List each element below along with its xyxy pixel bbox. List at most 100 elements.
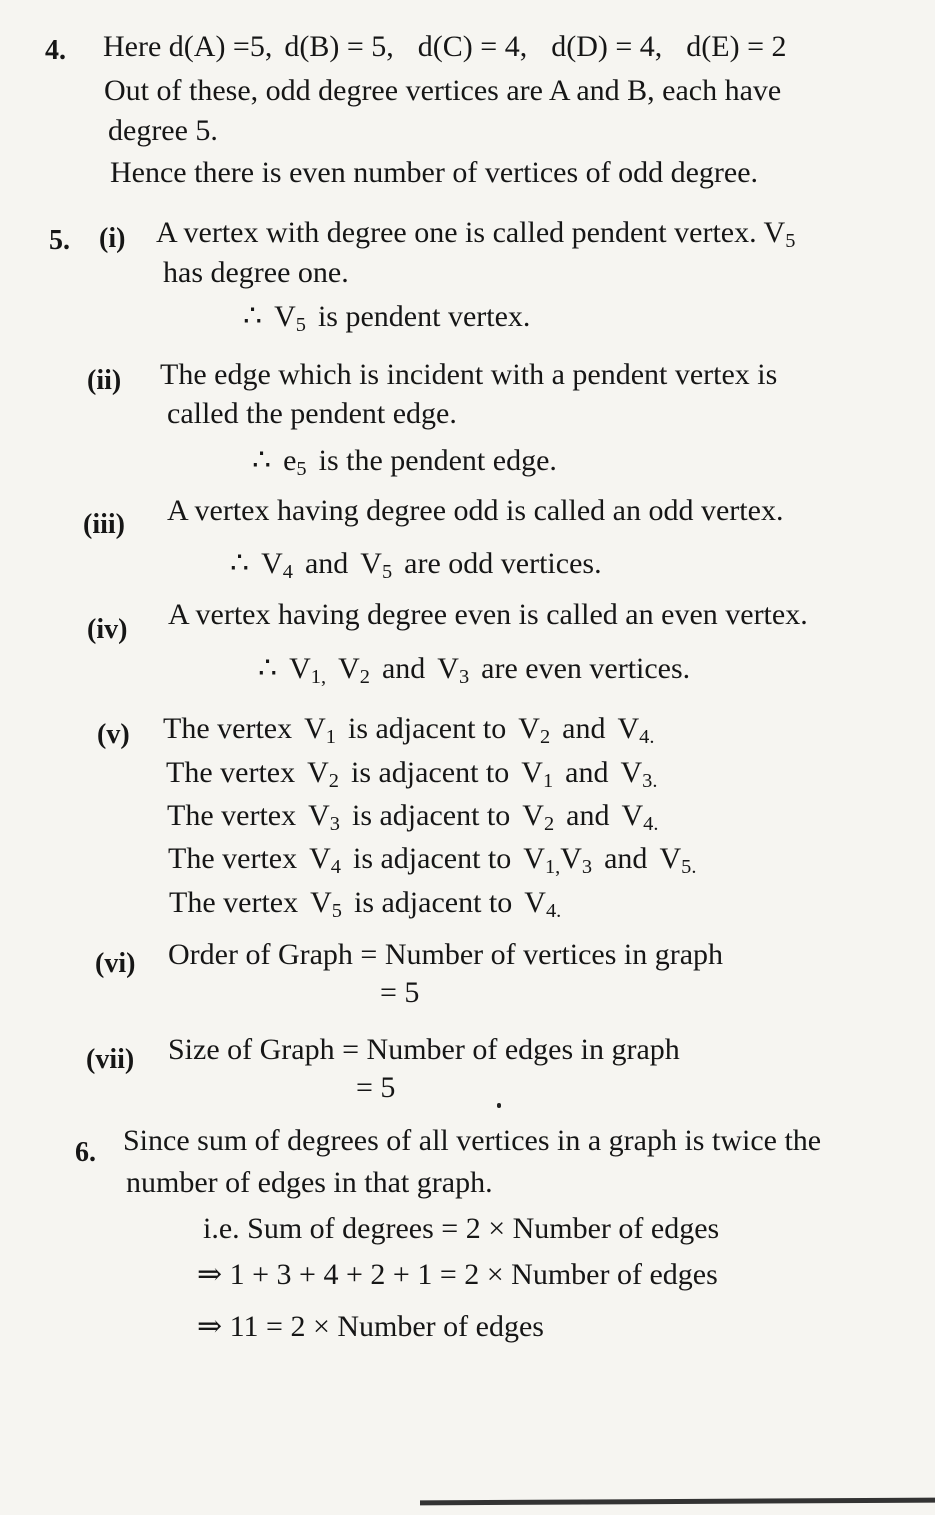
subscript: 4 xyxy=(330,856,341,879)
q4-number: 4. xyxy=(45,35,66,66)
period: . xyxy=(691,856,697,879)
q5-i-line-1: A vertex with degree one is called pende… xyxy=(156,216,795,251)
q5-iv-line-1: A vertex having degree even is called an… xyxy=(168,598,808,631)
adjacent-text: is adjacent to xyxy=(347,712,507,745)
subscript: 4 xyxy=(643,813,654,836)
vertex-symbol: V xyxy=(308,799,330,832)
subscript: 2 xyxy=(359,666,370,689)
q5-i-conclusion: ∴ V5 is pendent vertex. xyxy=(243,300,531,335)
adjacent-text: is adjacent to xyxy=(353,886,513,919)
and-word: and xyxy=(565,756,609,789)
q5-iv-label: (iv) xyxy=(87,614,128,645)
q5-v-label: (v) xyxy=(97,719,130,750)
q5-iii-conclusion: ∴ V4 and V5 are odd vertices. xyxy=(230,547,602,584)
period: . xyxy=(556,900,562,923)
vertex-symbol: V xyxy=(437,652,459,685)
q5-v-row-1: The vertex V1 is adjacent to V2 and V4. xyxy=(163,712,655,749)
subscript: 5 xyxy=(381,561,393,584)
conclusion-text: is pendent vertex. xyxy=(317,300,531,333)
q5-vi-label: (vi) xyxy=(95,948,136,979)
q5-vii-line-2: = 5 xyxy=(356,1071,396,1104)
the-vertex-text: The vertex xyxy=(163,712,293,745)
q4-line-1: Here d(A) =5, d(B) = 5, d(C) = 4, d(D) = 4,… xyxy=(103,30,787,64)
q6-line-2: number of edges in that graph. xyxy=(126,1166,493,1199)
q5-vii-label: (vii) xyxy=(86,1044,135,1075)
q4-d-d: d(D) = 4, xyxy=(551,30,663,63)
vertex-symbol: V xyxy=(289,652,311,685)
q4-d-e: d(E) = 2 xyxy=(686,30,787,63)
q6-line-3: i.e. Sum of degrees = 2 × Number of edge… xyxy=(203,1212,720,1245)
adjacent-text: is adjacent to xyxy=(351,799,511,832)
q4-d-b: d(B) = 5, xyxy=(284,30,394,63)
q4-line-3: degree 5. xyxy=(108,114,218,147)
subscript: 3 xyxy=(581,856,593,879)
period: . xyxy=(653,813,659,836)
q5-vii-line-1: Size of Graph = Number of edges in graph xyxy=(168,1033,680,1066)
vertex-symbol: V xyxy=(310,886,332,919)
q4-d-a: Here d(A) =5, xyxy=(103,30,273,63)
vertex-symbol: V xyxy=(621,799,644,832)
q4-line-2: Out of these, odd degree vertices are A … xyxy=(104,74,782,107)
vertex-symbol: V xyxy=(309,842,331,875)
vertex-symbol: V xyxy=(304,712,326,745)
edge-symbol: e xyxy=(283,444,297,477)
stray-dot xyxy=(497,1103,501,1108)
vertex-symbol: V xyxy=(522,799,544,832)
subscript: 3 xyxy=(642,770,653,793)
q5-i-label: (i) xyxy=(99,223,126,254)
the-vertex-text: The vertex xyxy=(167,799,297,832)
vertex-symbol: V xyxy=(524,886,546,919)
vertex-symbol: V xyxy=(518,712,540,745)
vertex-symbol: V xyxy=(523,842,545,875)
subscript: 4 xyxy=(639,726,650,749)
q4-d-c: d(C) = 4, xyxy=(417,30,528,63)
the-vertex-text: The vertex xyxy=(166,756,296,789)
and-word: and xyxy=(604,842,648,875)
period: . xyxy=(652,770,658,793)
subscript: 1, xyxy=(544,856,561,879)
q5-v-row-4: The vertex V4 is adjacent to V1,V3 and V5. xyxy=(168,842,697,879)
vertex-symbol: V xyxy=(659,842,682,875)
and-word: and xyxy=(566,799,610,832)
scanned-page: 4. Here d(A) =5, d(B) = 5, d(C) = 4, d(D) =… xyxy=(0,0,935,1515)
and-word: and xyxy=(562,712,606,745)
q6-number: 6. xyxy=(75,1137,96,1168)
subscript: 1 xyxy=(325,726,336,749)
therefore-symbol: ∴ xyxy=(230,547,250,580)
q6-line-4: ⇒ 1 + 3 + 4 + 2 + 1 = 2 × Number of edge… xyxy=(197,1258,718,1291)
q4-line-4: Hence there is even number of vertices o… xyxy=(110,156,759,189)
subscript: 1 xyxy=(542,770,554,793)
therefore-symbol: ∴ xyxy=(252,444,272,477)
subscript: 3 xyxy=(458,666,470,689)
subscript: 4 xyxy=(545,900,557,923)
and-word: and xyxy=(381,652,426,685)
vertex-symbol: V xyxy=(620,756,643,789)
q5-ii-line-1: The edge which is incident with a penden… xyxy=(160,358,778,391)
q5-i-text: A vertex with degree one is called pende… xyxy=(156,216,786,249)
therefore-symbol: ∴ xyxy=(258,652,278,685)
adjacent-text: is adjacent to xyxy=(352,842,512,875)
subscript: 1, xyxy=(310,666,327,689)
therefore-symbol: ∴ xyxy=(243,300,263,333)
q5-iv-conclusion: ∴ V1, V2 and V3 are even vertices. xyxy=(258,652,691,689)
vertex-symbol: V xyxy=(560,842,582,875)
and-word: and xyxy=(304,547,349,580)
bottom-rule xyxy=(419,1497,935,1506)
subscript: 2 xyxy=(543,813,555,836)
q5-ii-label: (ii) xyxy=(87,365,122,396)
q5-ii-conclusion: ∴ e5 is the pendent edge. xyxy=(252,444,557,481)
q5-i-line-2: has degree one. xyxy=(163,256,349,289)
q5-ii-line-2: called the pendent edge. xyxy=(167,397,457,430)
q6-line-5: ⇒ 11 = 2 × Number of edges xyxy=(197,1310,544,1343)
subscript: 5 xyxy=(296,458,307,481)
q5-iii-label: (iii) xyxy=(83,509,125,540)
subscript: 3 xyxy=(329,813,340,836)
conclusion-text: are even vertices. xyxy=(481,652,691,685)
the-vertex-text: The vertex xyxy=(169,886,299,919)
vertex-symbol: V xyxy=(521,756,543,789)
conclusion-text: are odd vertices. xyxy=(404,547,602,580)
q5-vi-line-1: Order of Graph = Number of vertices in g… xyxy=(168,938,724,971)
q5-number: 5. xyxy=(49,225,70,256)
vertex-symbol: V xyxy=(617,712,640,745)
period: . xyxy=(649,726,655,749)
